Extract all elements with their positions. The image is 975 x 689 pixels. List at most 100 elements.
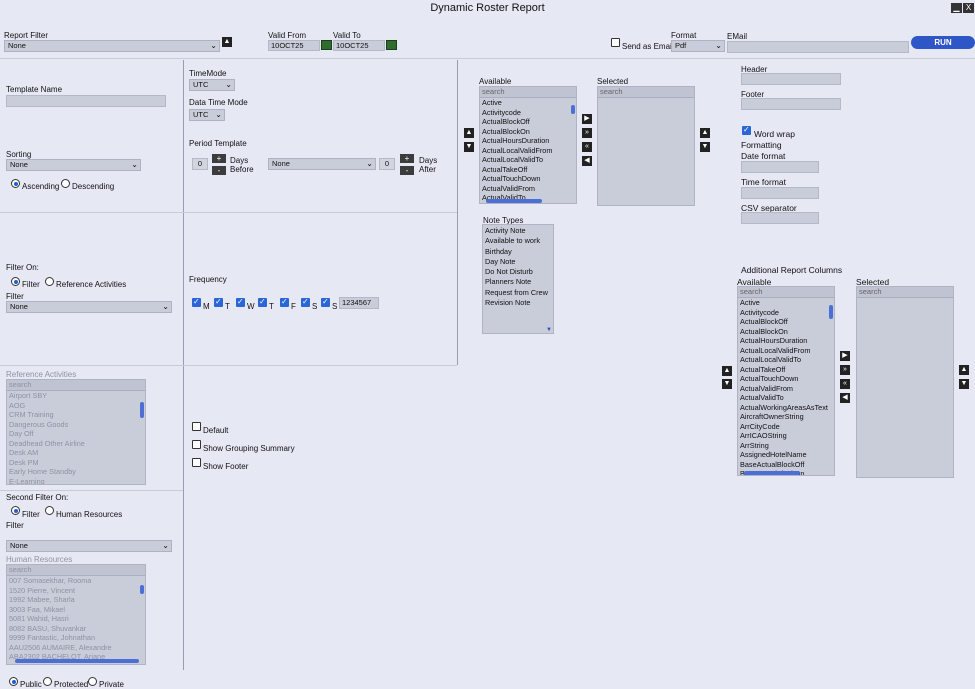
list-item[interactable]: ActualBlockOn bbox=[738, 327, 834, 337]
freq-checkbox-sun[interactable] bbox=[321, 297, 330, 307]
list-item[interactable]: ActualLocalValidTo bbox=[480, 155, 576, 165]
move-down-icon[interactable]: ▼ bbox=[959, 379, 969, 389]
list-item[interactable]: Day Note bbox=[483, 257, 553, 267]
freq-checkbox-mon[interactable] bbox=[192, 297, 201, 307]
remove-icon[interactable]: ◀ bbox=[582, 156, 592, 166]
list-item[interactable]: Birthday bbox=[483, 247, 553, 257]
list-item[interactable]: ActualTakeOff bbox=[738, 365, 834, 375]
list-item[interactable]: ActualHoursDuration bbox=[480, 136, 576, 146]
move-down-icon[interactable]: ▼ bbox=[464, 142, 474, 152]
list-item[interactable]: 9999 Fantastic, Johnathan bbox=[7, 633, 145, 643]
list-item[interactable]: ActualHoursDuration bbox=[738, 336, 834, 346]
word-wrap-checkbox[interactable] bbox=[742, 125, 751, 135]
descending-radio[interactable] bbox=[61, 179, 70, 188]
scrollbar[interactable] bbox=[140, 585, 144, 594]
list-item[interactable]: ActualLocalValidFrom bbox=[480, 146, 576, 156]
freq-checkbox-wed[interactable] bbox=[236, 297, 245, 307]
plus-button[interactable]: + bbox=[212, 154, 226, 163]
list-item[interactable]: BaseActualBlockOff bbox=[738, 460, 834, 470]
filter-radio[interactable] bbox=[11, 277, 20, 286]
second-filter-radio[interactable] bbox=[11, 506, 20, 515]
list-item[interactable]: ActualBlockOff bbox=[738, 317, 834, 327]
format-select[interactable]: Pdf ⌄ bbox=[671, 40, 725, 52]
freq-checkbox-sat[interactable] bbox=[301, 297, 310, 307]
list-item[interactable]: Early Home Standby bbox=[7, 467, 145, 477]
additional-available-list[interactable]: search Active Activitycode ActualBlockOff A… bbox=[737, 286, 835, 476]
freq-checkbox-fri[interactable] bbox=[280, 297, 289, 307]
available-columns-list[interactable]: search Active Activitycode ActualBlockOff A… bbox=[479, 86, 577, 204]
list-item[interactable]: Do Not Disturb bbox=[483, 267, 553, 277]
list-item[interactable]: AircraftOwnerString bbox=[738, 412, 834, 422]
list-item[interactable]: ActualLocalValidTo bbox=[738, 355, 834, 365]
list-item[interactable]: ActualWorkingAreasAsText bbox=[738, 403, 834, 413]
period-template-select[interactable]: None ⌄ bbox=[268, 158, 376, 170]
list-item[interactable]: E-Learning bbox=[7, 477, 145, 485]
list-item[interactable]: Available to work bbox=[483, 236, 553, 246]
scrollbar[interactable] bbox=[829, 305, 833, 319]
freq-checkbox-thu[interactable] bbox=[258, 297, 267, 307]
list-item[interactable]: Dangerous Goods bbox=[7, 420, 145, 430]
csv-separator-field[interactable] bbox=[741, 212, 819, 224]
list-item[interactable]: ActualBlockOff bbox=[480, 117, 576, 127]
template-name-field[interactable] bbox=[6, 95, 166, 107]
horizontal-scrollbar[interactable] bbox=[15, 659, 139, 663]
show-footer-checkbox[interactable] bbox=[192, 458, 201, 467]
list-item[interactable]: 5081 Wahid, Hasri bbox=[7, 614, 145, 624]
list-item[interactable]: ActualValidTo bbox=[738, 393, 834, 403]
available-search-input[interactable]: search bbox=[480, 87, 576, 98]
list-item[interactable]: ActualTouchDown bbox=[738, 374, 834, 384]
list-item[interactable]: CRM Training bbox=[7, 410, 145, 420]
date-format-field[interactable] bbox=[741, 161, 819, 173]
send-email-checkbox[interactable] bbox=[611, 38, 620, 47]
filter-select[interactable]: None ⌄ bbox=[6, 301, 172, 313]
frequency-field[interactable]: 1234567 bbox=[339, 297, 379, 309]
list-item[interactable]: Planners Note bbox=[483, 277, 553, 287]
additional-selected-list[interactable]: search bbox=[856, 286, 954, 478]
human-resources-radio[interactable] bbox=[45, 506, 54, 515]
move-up-icon[interactable]: ▲ bbox=[464, 128, 474, 138]
close-button[interactable]: X bbox=[963, 3, 974, 13]
list-item[interactable]: 007 Somasekhar, Rooma bbox=[7, 576, 145, 586]
days-before-input[interactable]: 0 bbox=[192, 158, 208, 170]
list-item[interactable]: 8082 BASU, Shuvankar bbox=[7, 624, 145, 634]
list-item[interactable]: 1992 Mabee, Sharla bbox=[7, 595, 145, 605]
list-item[interactable]: ActualValidFrom bbox=[480, 184, 576, 194]
list-item[interactable]: ActualLocalValidFrom bbox=[738, 346, 834, 356]
filter2-select[interactable]: None ⌄ bbox=[6, 540, 172, 552]
ref-search-input[interactable]: search bbox=[7, 380, 145, 391]
protected-radio[interactable] bbox=[43, 677, 52, 686]
move-down-icon[interactable]: ▼ bbox=[700, 142, 710, 152]
list-item[interactable]: AOG bbox=[7, 401, 145, 411]
move-up-icon[interactable]: ▲ bbox=[700, 128, 710, 138]
list-item[interactable]: Day Off bbox=[7, 429, 145, 439]
minus-button[interactable]: - bbox=[212, 166, 226, 175]
list-item[interactable]: AAU2506 AUMAIRE, Alexandre bbox=[7, 643, 145, 653]
public-radio[interactable] bbox=[9, 677, 18, 686]
move-down-icon[interactable]: ▼ bbox=[722, 379, 732, 389]
horizontal-scrollbar[interactable] bbox=[486, 199, 542, 203]
list-item[interactable]: Desk PM bbox=[7, 458, 145, 468]
add-icon[interactable]: ▶ bbox=[582, 114, 592, 124]
ascending-radio[interactable] bbox=[11, 179, 20, 188]
data-time-mode-select[interactable]: UTC ⌄ bbox=[189, 109, 225, 121]
run-button[interactable]: RUN bbox=[911, 36, 975, 49]
list-item[interactable]: ArrICAOString bbox=[738, 431, 834, 441]
list-item[interactable]: ArrString bbox=[738, 441, 834, 451]
list-item[interactable]: ActualBlockOn bbox=[480, 127, 576, 137]
selected-columns-list[interactable]: search bbox=[597, 86, 695, 206]
list-item[interactable]: ActualTouchDown bbox=[480, 174, 576, 184]
default-checkbox[interactable] bbox=[192, 422, 201, 431]
list-item[interactable]: Activity Note bbox=[483, 226, 553, 236]
footer-field[interactable] bbox=[741, 98, 841, 110]
time-mode-select[interactable]: UTC ⌄ bbox=[189, 79, 235, 91]
list-item[interactable]: Active bbox=[480, 98, 576, 108]
add-all-icon[interactable]: » bbox=[840, 365, 850, 375]
list-item[interactable]: Active bbox=[738, 298, 834, 308]
scroll-down-icon[interactable]: ▼ bbox=[546, 327, 552, 333]
reference-activities-list[interactable]: search Airport SBY AOG CRM Training Dangero… bbox=[6, 379, 146, 485]
list-item[interactable]: Deadhead Other Airline bbox=[7, 439, 145, 449]
report-filter-select[interactable]: None ⌄ bbox=[4, 40, 220, 52]
private-radio[interactable] bbox=[88, 677, 97, 686]
grouping-summary-checkbox[interactable] bbox=[192, 440, 201, 449]
list-item[interactable]: 1520 Pierre, Vincent bbox=[7, 586, 145, 596]
